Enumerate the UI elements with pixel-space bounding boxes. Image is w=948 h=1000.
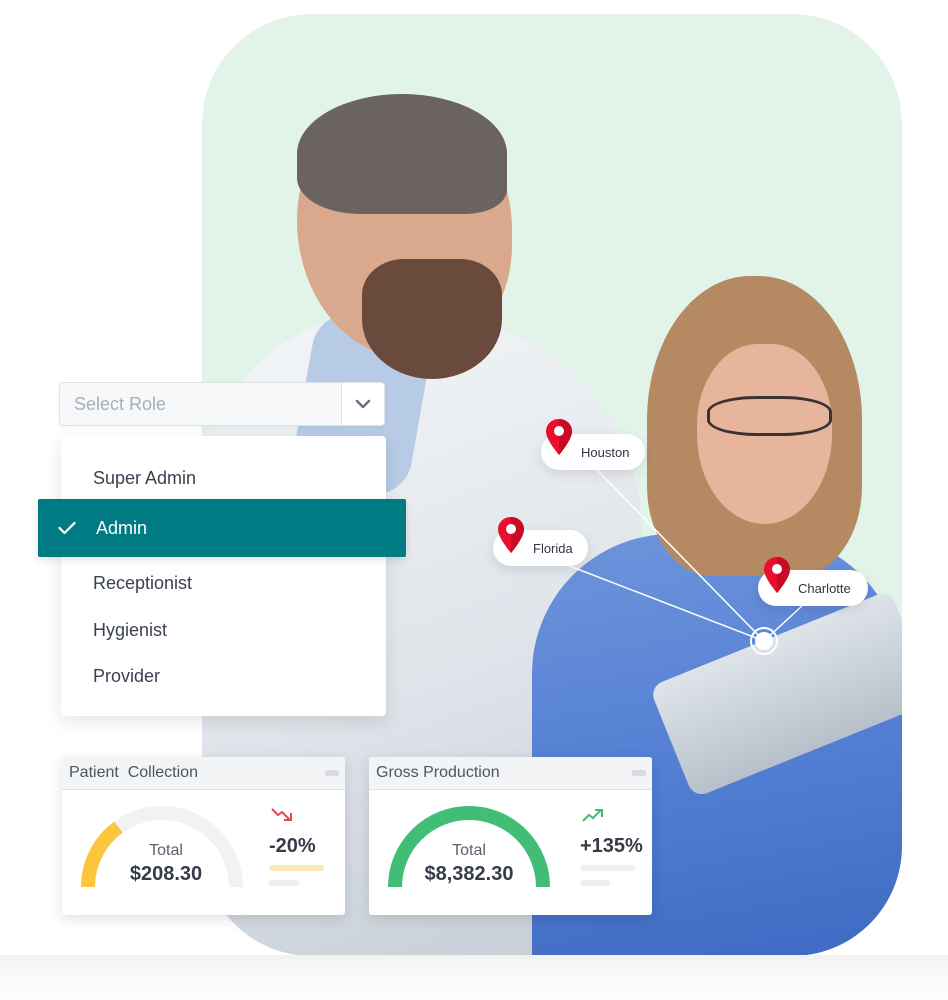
location-label: Charlotte — [798, 580, 851, 596]
chevron-down-icon — [355, 399, 371, 409]
card-menu-icon[interactable] — [325, 770, 339, 776]
total-label: Total — [452, 842, 486, 859]
total-value: $8,382.30 — [424, 863, 514, 885]
bottom-fade — [0, 955, 948, 1000]
change-percent: -20% — [269, 835, 316, 857]
role-options-menu: Super Admin Receptionist Hygienist Provi… — [61, 436, 386, 716]
placeholder-bar — [269, 865, 324, 871]
total-value: $208.30 — [129, 863, 203, 885]
select-role-dropdown[interactable]: Select Role — [59, 382, 385, 426]
role-option-admin[interactable]: Admin — [38, 499, 406, 557]
change-percent: +135% — [580, 835, 643, 857]
placeholder-bar — [580, 880, 610, 886]
total-label: Total — [149, 842, 183, 859]
card-title: Gross Production — [376, 764, 500, 781]
map-pin-icon — [764, 557, 790, 593]
card-menu-icon[interactable] — [632, 770, 646, 776]
patient-collection-card: Patient Collection Total $208.30 -20% — [62, 757, 345, 915]
map-pin-icon — [498, 517, 524, 553]
placeholder-bar — [580, 865, 635, 871]
placeholder-bar — [269, 880, 299, 886]
role-option-receptionist[interactable]: Receptionist — [93, 573, 192, 594]
role-option-hygienist[interactable]: Hygienist — [93, 620, 167, 641]
role-option-label: Admin — [96, 517, 148, 538]
doctor-beard-illustration — [362, 259, 502, 379]
location-label: Florida — [533, 540, 573, 556]
trend-down-icon — [271, 808, 292, 821]
check-icon — [38, 521, 96, 535]
role-option-provider[interactable]: Provider — [93, 666, 160, 687]
card-header: Patient Collection — [62, 757, 345, 790]
card-header: Gross Production — [369, 757, 652, 790]
gross-production-card: Gross Production Total $8,382.30 +135% — [369, 757, 652, 915]
trend-up-icon — [582, 809, 603, 822]
select-role-placeholder: Select Role — [74, 394, 167, 414]
dropdown-toggle-button[interactable] — [341, 383, 384, 425]
role-option-super-admin[interactable]: Super Admin — [93, 468, 196, 489]
location-label: Houston — [581, 444, 630, 460]
nurse-glasses-illustration — [707, 396, 832, 436]
map-pin-icon — [546, 419, 572, 455]
doctor-hair-illustration — [297, 94, 507, 214]
card-title: Patient Collection — [69, 764, 198, 781]
